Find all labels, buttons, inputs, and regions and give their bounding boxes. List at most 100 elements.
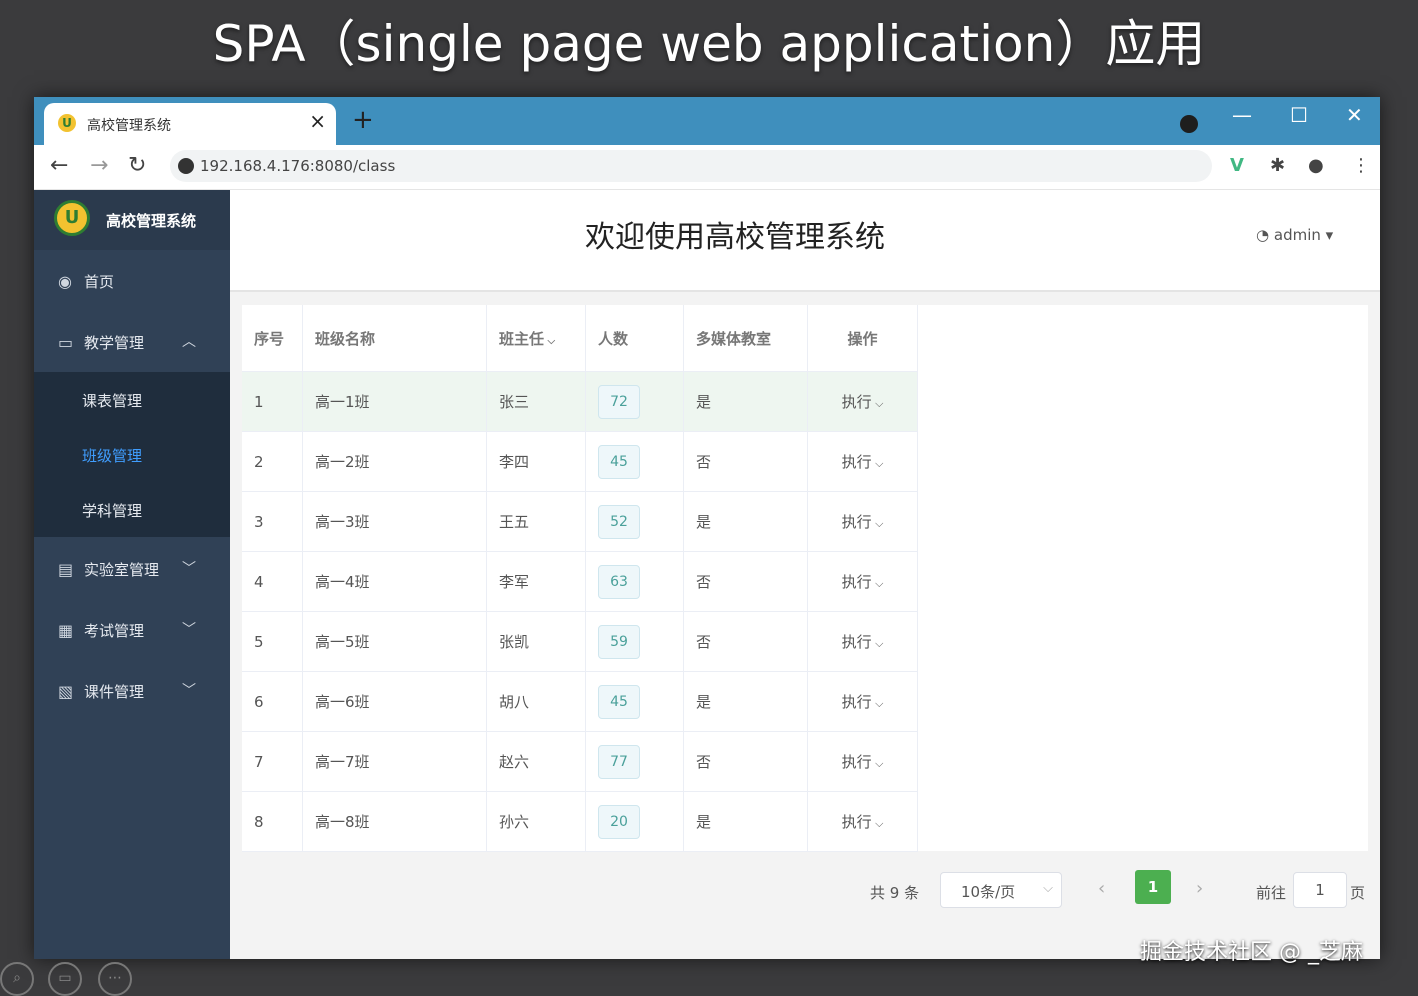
vue-devtools-icon[interactable]: V bbox=[1230, 155, 1244, 176]
chevron-down-icon: ⌵ bbox=[871, 757, 884, 770]
chevron-down-icon: ⌵ bbox=[871, 577, 884, 590]
chevron-down-icon: ⌵ bbox=[871, 637, 884, 650]
pagination-total: 共 9 条 bbox=[870, 884, 920, 902]
count-badge: 59 bbox=[598, 624, 640, 659]
multimedia-cell: 否 bbox=[683, 431, 808, 492]
search-icon[interactable]: ⌕ bbox=[0, 962, 34, 996]
execute-dropdown[interactable]: 执行 ⌵ bbox=[842, 813, 884, 831]
student-count-cell: 72 bbox=[585, 371, 684, 432]
head-teacher-cell: 王五 bbox=[486, 491, 586, 552]
execute-dropdown[interactable]: 执行 ⌵ bbox=[842, 513, 884, 531]
student-count-cell: 63 bbox=[585, 551, 684, 612]
logo-icon: U bbox=[54, 200, 90, 236]
row-index-cell: 6 bbox=[242, 671, 303, 732]
sidebar-item-timetable[interactable]: 课表管理 bbox=[82, 390, 142, 411]
multimedia-cell: 是 bbox=[683, 371, 808, 432]
site-info-icon[interactable] bbox=[178, 158, 194, 174]
execute-dropdown[interactable]: 执行 ⌵ bbox=[842, 393, 884, 411]
user-icon: ◔ bbox=[1256, 226, 1270, 244]
student-count-cell: 59 bbox=[585, 611, 684, 672]
column-header: 班级名称 bbox=[302, 305, 487, 372]
reload-icon[interactable]: ↻ bbox=[128, 153, 146, 178]
head-teacher-cell: 赵六 bbox=[486, 731, 586, 792]
table-row: 4 高一4班 李军 63 否 执行 ⌵ bbox=[242, 551, 918, 612]
sidebar-item-exam[interactable]: ▦ 考试管理 ﹀ bbox=[34, 603, 230, 659]
close-window-button[interactable]: ✕ bbox=[1346, 103, 1363, 127]
screen-icon[interactable]: ▭ bbox=[48, 962, 82, 996]
prev-page-button[interactable]: ‹ bbox=[1098, 878, 1105, 899]
sidebar-item-teaching[interactable]: ▭ 教学管理 ︿ bbox=[34, 315, 230, 371]
table-header-row: 序号 班级名称 班主任 ⌵ 人数 多媒体教室 操作 bbox=[242, 305, 918, 372]
url-input[interactable]: 192.168.4.176:8080/class bbox=[170, 150, 1212, 182]
column-header-sortable[interactable]: 班主任 ⌵ bbox=[486, 305, 586, 372]
chevron-down-icon: ⌵ bbox=[871, 457, 884, 470]
page-size-select[interactable]: 10条/页 ⌵ bbox=[940, 872, 1062, 908]
class-name-cell: 高一3班 bbox=[302, 491, 487, 552]
browser-tab[interactable]: U 高校管理系统 × bbox=[44, 103, 336, 145]
sidebar-item-subject[interactable]: 学科管理 bbox=[82, 500, 142, 521]
execute-label: 执行 bbox=[841, 693, 872, 711]
sidebar-item-class[interactable]: 班级管理 bbox=[82, 445, 142, 466]
class-name-cell: 高一1班 bbox=[302, 371, 487, 432]
profile-avatar-icon[interactable]: ● bbox=[1308, 155, 1324, 176]
current-page-button[interactable]: 1 bbox=[1135, 870, 1171, 904]
execute-dropdown[interactable]: 执行 ⌵ bbox=[842, 693, 884, 711]
user-name: admin bbox=[1273, 226, 1321, 244]
sidebar-item-label: 考试管理 bbox=[84, 622, 145, 640]
count-badge: 72 bbox=[598, 384, 640, 419]
row-index-cell: 3 bbox=[242, 491, 303, 552]
execute-dropdown[interactable]: 执行 ⌵ bbox=[842, 453, 884, 471]
class-name-cell: 高一8班 bbox=[302, 791, 487, 852]
minimize-button[interactable]: — bbox=[1232, 103, 1252, 127]
pagination: 共 9 条 10条/页 ⌵ ‹ 1 › 前往 1 页 bbox=[230, 870, 1380, 910]
column-header: 操作 bbox=[807, 305, 918, 372]
exam-icon: ▦ bbox=[58, 621, 74, 640]
row-index-cell: 1 bbox=[242, 371, 303, 432]
count-badge: 45 bbox=[598, 684, 640, 719]
next-page-button[interactable]: › bbox=[1196, 878, 1203, 899]
extensions-icon[interactable]: ✱ bbox=[1270, 155, 1285, 176]
back-arrow-icon[interactable]: ← bbox=[50, 153, 68, 178]
app-favicon-icon: U bbox=[58, 114, 76, 132]
count-badge: 52 bbox=[598, 504, 640, 539]
table-row: 2 高一2班 李四 45 否 执行 ⌵ bbox=[242, 431, 918, 492]
execute-dropdown[interactable]: 执行 ⌵ bbox=[842, 753, 884, 771]
sidebar-item-lab[interactable]: ▤ 实验室管理 ﹀ bbox=[34, 542, 230, 598]
execute-label: 执行 bbox=[841, 633, 872, 651]
sidebar-logo: U 高校管理系统 bbox=[34, 190, 230, 250]
sidebar-item-courseware[interactable]: ▧ 课件管理 ﹀ bbox=[34, 664, 230, 720]
execute-dropdown[interactable]: 执行 ⌵ bbox=[842, 573, 884, 591]
monitor-icon: ▭ bbox=[58, 333, 74, 352]
class-name-cell: 高一6班 bbox=[302, 671, 487, 732]
action-cell: 执行 ⌵ bbox=[807, 731, 918, 792]
count-badge: 45 bbox=[598, 444, 640, 479]
sidebar-item-home[interactable]: ◉ 首页 bbox=[34, 254, 230, 310]
goto-page-input[interactable]: 1 bbox=[1293, 872, 1347, 908]
user-menu[interactable]: ◔ admin ▾ bbox=[1256, 226, 1333, 244]
caret-down-icon: ▾ bbox=[1325, 226, 1334, 244]
url-text: 192.168.4.176:8080/class bbox=[200, 157, 396, 175]
maximize-button[interactable]: ☐ bbox=[1290, 103, 1308, 127]
dashboard-icon: ◉ bbox=[58, 272, 72, 291]
execute-dropdown[interactable]: 执行 ⌵ bbox=[842, 633, 884, 651]
sidebar-item-label: 教学管理 bbox=[84, 334, 145, 352]
tab-close-icon[interactable]: × bbox=[309, 109, 326, 133]
head-teacher-cell: 李军 bbox=[486, 551, 586, 612]
caret-down-icon: ⌵ bbox=[544, 335, 556, 347]
browser-menu-icon[interactable]: ⋮ bbox=[1352, 155, 1370, 176]
browser-profile-icon[interactable] bbox=[1180, 115, 1198, 133]
action-cell: 执行 ⌵ bbox=[807, 431, 918, 492]
class-table-container: 序号 班级名称 班主任 ⌵ 人数 多媒体教室 操作 1 高一1班 张三 72 是执行 ⌵… bbox=[242, 305, 1368, 852]
forward-arrow-icon[interactable]: → bbox=[90, 153, 108, 178]
new-tab-button[interactable]: + bbox=[352, 107, 374, 133]
courseware-icon: ▧ bbox=[58, 682, 74, 701]
chevron-down-icon: ⌵ bbox=[871, 397, 884, 410]
class-name-cell: 高一7班 bbox=[302, 731, 487, 792]
more-icon[interactable]: ⋯ bbox=[98, 962, 132, 996]
multimedia-cell: 否 bbox=[683, 551, 808, 612]
action-cell: 执行 ⌵ bbox=[807, 491, 918, 552]
action-cell: 执行 ⌵ bbox=[807, 551, 918, 612]
multimedia-cell: 是 bbox=[683, 671, 808, 732]
chevron-down-icon: ﹀ bbox=[182, 561, 196, 577]
class-name-cell: 高一5班 bbox=[302, 611, 487, 672]
